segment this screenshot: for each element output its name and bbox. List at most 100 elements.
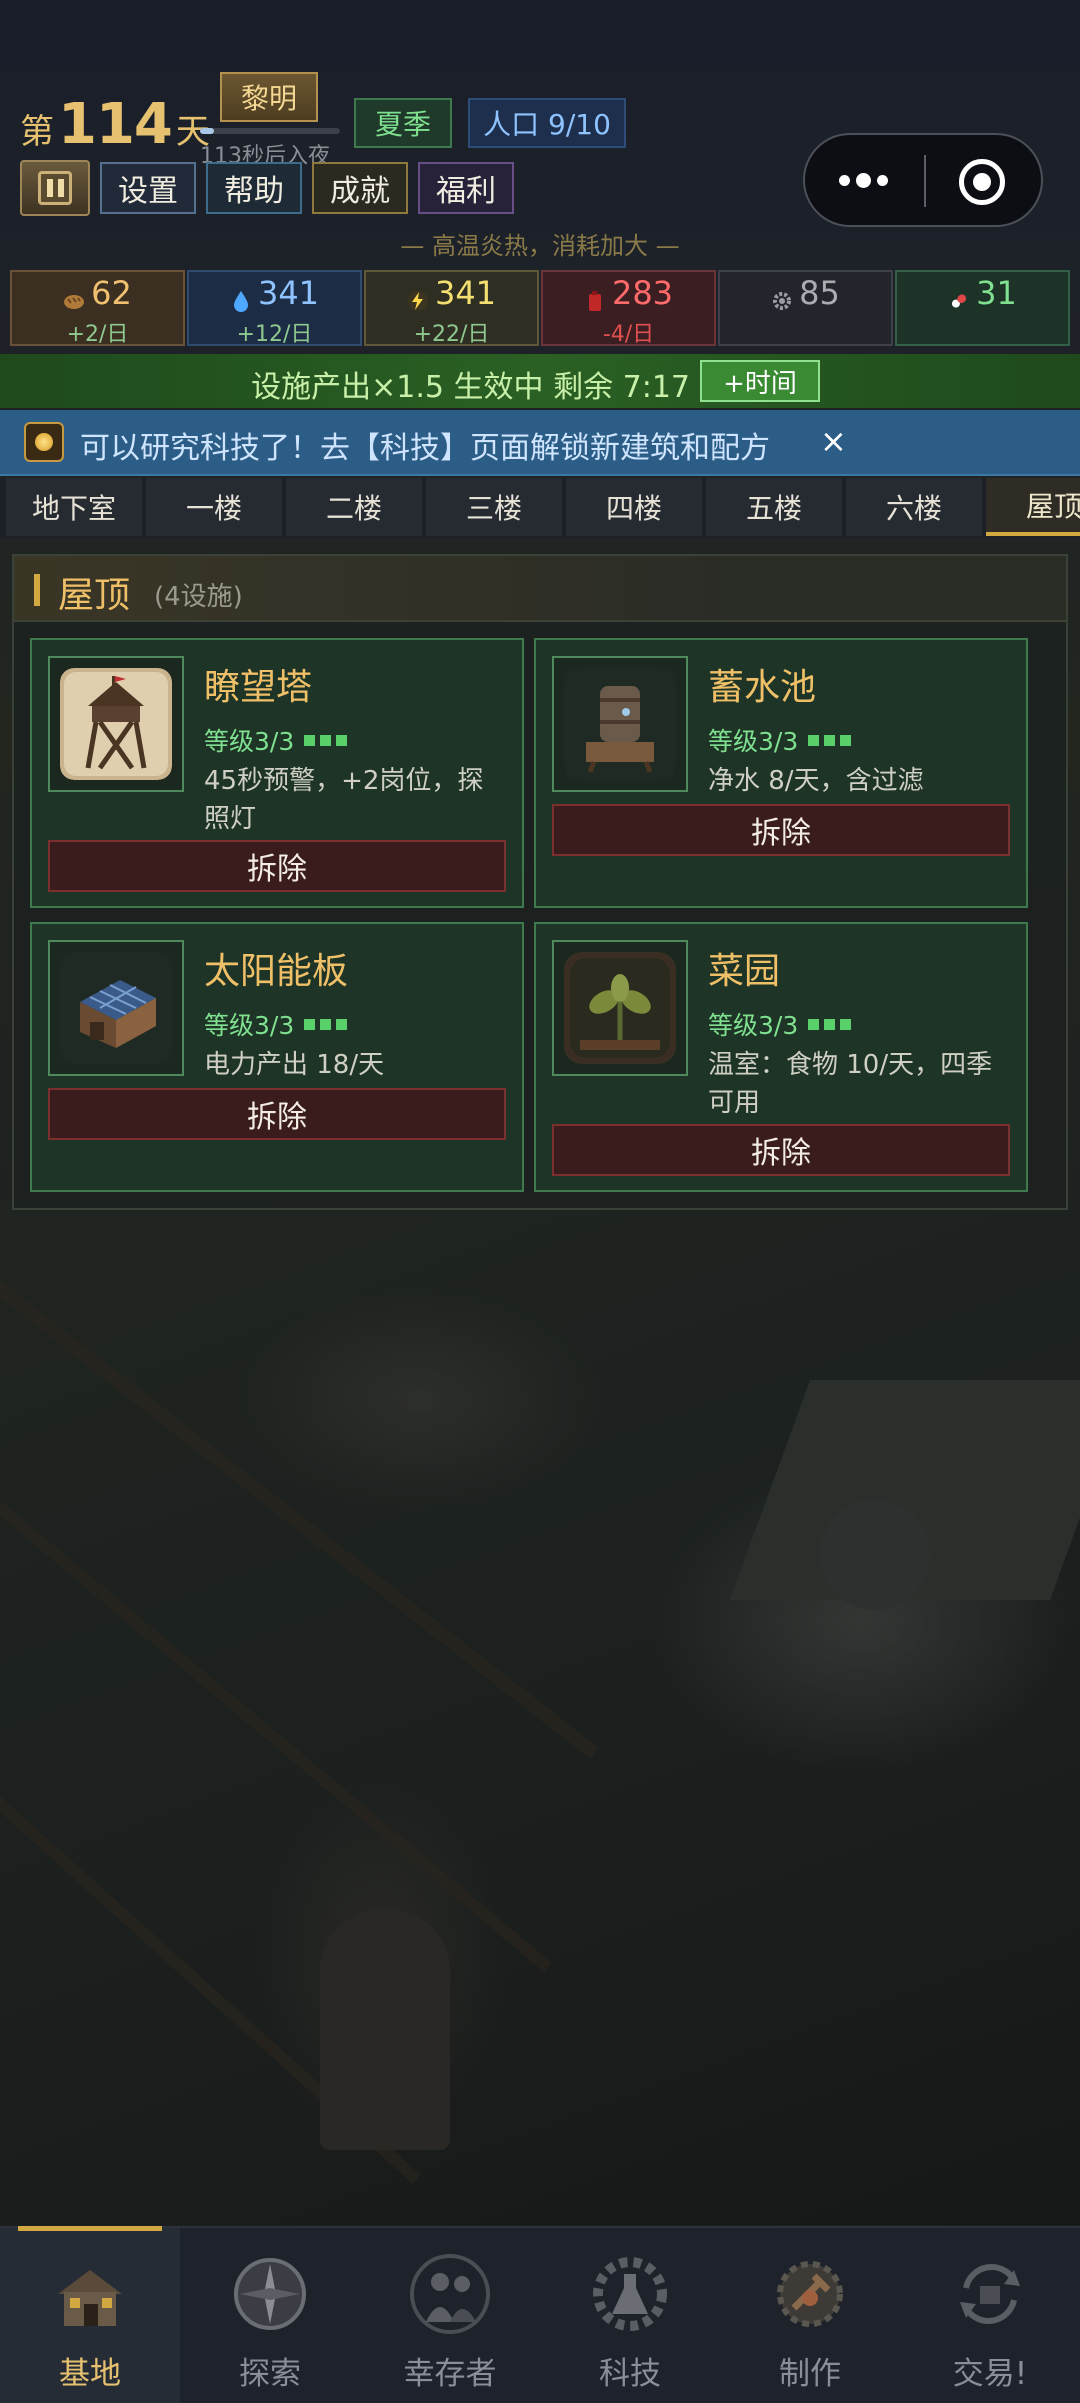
- resource-parts: 85: [718, 270, 893, 346]
- research-bulb-icon: [24, 422, 64, 462]
- compass-icon: [224, 2248, 316, 2340]
- pause-icon: [38, 171, 72, 205]
- resource-bar: 62 +2/日 341 +12/日 341 +22/日 283 -4/日 85 …: [10, 270, 1070, 347]
- day-counter: 第 114 天: [20, 92, 210, 157]
- facility-level: 等级3/3: [708, 1006, 852, 1042]
- demolish-button[interactable]: 拆除: [48, 1088, 506, 1140]
- resource-meds: 31: [895, 270, 1070, 346]
- nav-label: 交易!: [952, 2356, 1028, 2392]
- settings-button[interactable]: 设置: [100, 162, 196, 214]
- floor-tabs: 地下室 一楼 二楼 三楼 四楼 五楼 六楼 屋顶: [0, 478, 1080, 538]
- craft-icon: [764, 2248, 856, 2340]
- level-pips: [304, 1018, 348, 1030]
- tech-icon: [584, 2248, 676, 2340]
- day-number: 114: [58, 92, 173, 157]
- nav-label: 制作: [779, 2356, 841, 2392]
- facility-name: 瞭望塔: [204, 667, 313, 708]
- level-text: 等级3/3: [204, 1011, 295, 1040]
- watchtower-icon: [48, 656, 184, 792]
- food-delta: +2/日: [66, 322, 129, 347]
- fuel-delta: -4/日: [602, 322, 655, 347]
- food-value: 62: [91, 274, 132, 312]
- tab-floor-6[interactable]: 六楼: [846, 478, 982, 536]
- demolish-button[interactable]: 拆除: [552, 1124, 1010, 1176]
- close-icon[interactable]: ×: [820, 422, 847, 460]
- phase-progress-bar: [200, 128, 340, 134]
- close-target-icon[interactable]: [959, 159, 1005, 205]
- day-prefix: 第: [20, 112, 54, 152]
- tab-basement[interactable]: 地下室: [6, 478, 142, 536]
- parts-value: 85: [799, 274, 840, 312]
- pause-button[interactable]: [20, 160, 90, 216]
- base-icon: [44, 2248, 136, 2340]
- level-text: 等级3/3: [708, 727, 799, 756]
- facility-description: 温室：食物 10/天，四季可用: [708, 1050, 993, 1118]
- facility-card-garden: 菜园 等级3/3 温室：食物 10/天，四季可用 拆除: [534, 922, 1028, 1192]
- demolish-button[interactable]: 拆除: [552, 804, 1010, 856]
- water-value: 341: [257, 274, 320, 312]
- survivors-icon: [404, 2248, 496, 2340]
- weather-effect-note: — 高温炎热，消耗加大 —: [400, 232, 680, 260]
- gear-icon: [771, 282, 793, 310]
- nav-label: 幸存者: [403, 2356, 497, 2392]
- facility-description: 净水 8/天，含过滤: [708, 766, 924, 796]
- pill-icon: [948, 282, 970, 308]
- facility-name: 蓄水池: [708, 667, 817, 708]
- facility-description: 45秒预警，+2岗位，探照灯: [204, 766, 484, 834]
- tank-prop: [820, 1500, 930, 1610]
- resource-fuel: 283 -4/日: [541, 270, 716, 347]
- more-menu-icon[interactable]: [839, 135, 888, 225]
- tab-floor-4[interactable]: 四楼: [566, 478, 702, 536]
- panel-header: 屋顶 (4设施): [14, 556, 1066, 622]
- add-time-button[interactable]: +时间: [700, 360, 820, 402]
- water-delta: +12/日: [236, 322, 313, 347]
- fuel-can-icon: [584, 282, 606, 311]
- level-pips: [808, 734, 852, 746]
- power-delta: +22/日: [413, 322, 490, 347]
- trade-icon: [944, 2248, 1036, 2340]
- facility-level: 等级3/3: [708, 722, 852, 758]
- water-drop-icon: [230, 282, 252, 312]
- help-button[interactable]: 帮助: [206, 162, 302, 214]
- tab-floor-1[interactable]: 一楼: [146, 478, 282, 536]
- tab-floor-2[interactable]: 二楼: [286, 478, 422, 536]
- solar-panel-icon: [48, 940, 184, 1076]
- level-pips: [808, 1018, 852, 1030]
- phase-progress-fill: [200, 128, 214, 134]
- lightning-icon: [407, 282, 429, 311]
- tab-roof[interactable]: 屋顶: [986, 478, 1080, 536]
- nav-tech[interactable]: 科技: [540, 2228, 720, 2403]
- nav-craft[interactable]: 制作: [720, 2228, 900, 2403]
- tab-floor-5[interactable]: 五楼: [706, 478, 842, 536]
- time-phase-badge: 黎明: [220, 72, 318, 122]
- nav-trade[interactable]: 交易!: [900, 2228, 1080, 2403]
- nav-explore[interactable]: 探索: [180, 2228, 360, 2403]
- tech-notice-banner[interactable]: 可以研究科技了！去【科技】页面解锁新建筑和配方 ×: [0, 410, 1080, 476]
- level-text: 等级3/3: [204, 727, 295, 756]
- bottom-navigation: 基地 探索 幸存者 科技 制作 交易!: [0, 2226, 1080, 2403]
- notice-text: 可以研究科技了！去【科技】页面解锁新建筑和配方: [80, 431, 770, 466]
- facility-card-solar-panel: 太阳能板 等级3/3 电力产出 18/天 拆除: [30, 922, 524, 1192]
- nav-label: 科技: [599, 2356, 661, 2392]
- achievements-button[interactable]: 成就: [312, 162, 408, 214]
- facility-panel: 屋顶 (4设施) 瞭望塔 等级3/3 45秒预警，+2岗位，探照灯 拆除 蓄水池…: [12, 554, 1068, 1210]
- facility-card-watchtower: 瞭望塔 等级3/3 45秒预警，+2岗位，探照灯 拆除: [30, 638, 524, 908]
- boost-status-text: 设施产出×1.5 生效中 剩余 7:17: [251, 370, 690, 405]
- level-text: 等级3/3: [708, 1011, 799, 1040]
- facility-count: (4设施): [154, 582, 243, 612]
- status-header: 第 114 天 黎明 113秒后入夜 夏季 人口 9/10 设置 帮助 成就 福…: [0, 0, 1080, 260]
- season-badge: 夏季: [354, 98, 452, 148]
- nav-base[interactable]: 基地: [0, 2226, 180, 2403]
- resource-food: 62 +2/日: [10, 270, 185, 347]
- nav-label: 探索: [239, 2356, 301, 2392]
- welfare-button[interactable]: 福利: [418, 162, 514, 214]
- barrel-prop: [320, 1910, 450, 2150]
- tab-floor-3[interactable]: 三楼: [426, 478, 562, 536]
- power-value: 341: [434, 274, 497, 312]
- level-pips: [304, 734, 348, 746]
- garden-icon: [552, 940, 688, 1076]
- demolish-button[interactable]: 拆除: [48, 840, 506, 892]
- facility-card-reservoir: 蓄水池 等级3/3 净水 8/天，含过滤 拆除: [534, 638, 1028, 908]
- nav-survivors[interactable]: 幸存者: [360, 2228, 540, 2403]
- header-accent-mark: [34, 574, 40, 606]
